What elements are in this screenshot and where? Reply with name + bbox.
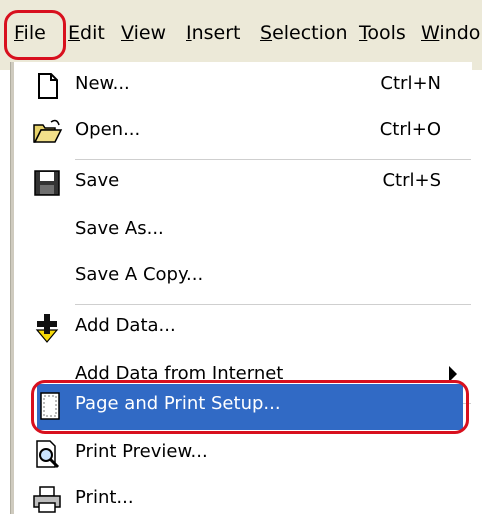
menu-item-add-data-label: Add Data... — [75, 315, 176, 336]
menu-item-new-label: New... — [75, 73, 130, 94]
save-floppy-icon — [34, 170, 60, 196]
menu-item-print-preview[interactable]: Print Preview... — [11, 432, 471, 478]
menu-item-add-data[interactable]: Add Data... — [11, 306, 471, 352]
menu-separator — [75, 304, 471, 305]
file-menu-dropdown: New... Ctrl+N Open... Ctrl+O Save Ctrl+S — [10, 62, 472, 514]
menu-tools[interactable]: Tools — [359, 22, 406, 44]
printer-icon — [33, 486, 61, 513]
new-document-icon — [38, 73, 58, 99]
menu-item-new-shortcut: Ctrl+N — [380, 73, 441, 94]
print-preview-icon — [36, 440, 60, 469]
page-setup-annotation-ring — [31, 380, 469, 434]
menu-item-save-as-label: Save As... — [75, 218, 164, 239]
menu-item-save-a-copy[interactable]: Save A Copy... — [11, 255, 471, 301]
menu-view[interactable]: View — [121, 22, 166, 44]
open-folder-icon — [33, 119, 63, 143]
menu-insert[interactable]: Insert — [186, 22, 241, 44]
add-data-icon — [35, 314, 59, 343]
menu-item-open-shortcut: Ctrl+O — [379, 119, 441, 140]
menu-bar: File Edit View Insert Selection Tools Wi… — [0, 0, 482, 70]
file-annotation-ring — [4, 10, 66, 60]
menu-item-open-label: Open... — [75, 119, 141, 140]
menu-edit[interactable]: Edit — [68, 22, 105, 44]
menu-item-save-shortcut: Ctrl+S — [382, 170, 441, 191]
menu-item-save[interactable]: Save Ctrl+S — [11, 161, 471, 207]
menu-item-print-preview-label: Print Preview... — [75, 441, 208, 462]
menu-item-print-label: Print... — [75, 487, 134, 508]
menu-selection[interactable]: Selection — [260, 22, 348, 44]
menu-separator — [75, 159, 471, 160]
menu-item-save-as[interactable]: Save As... — [11, 209, 471, 255]
menu-item-save-label: Save — [75, 170, 120, 191]
menu-item-open[interactable]: Open... Ctrl+O — [11, 110, 471, 156]
menu-item-print[interactable]: Print... — [11, 478, 471, 514]
screenshot-root: File Edit View Insert Selection Tools Wi… — [0, 0, 482, 514]
menu-window[interactable]: Windo — [421, 22, 480, 44]
menu-item-save-a-copy-label: Save A Copy... — [75, 264, 204, 285]
menu-item-new[interactable]: New... Ctrl+N — [11, 64, 471, 110]
